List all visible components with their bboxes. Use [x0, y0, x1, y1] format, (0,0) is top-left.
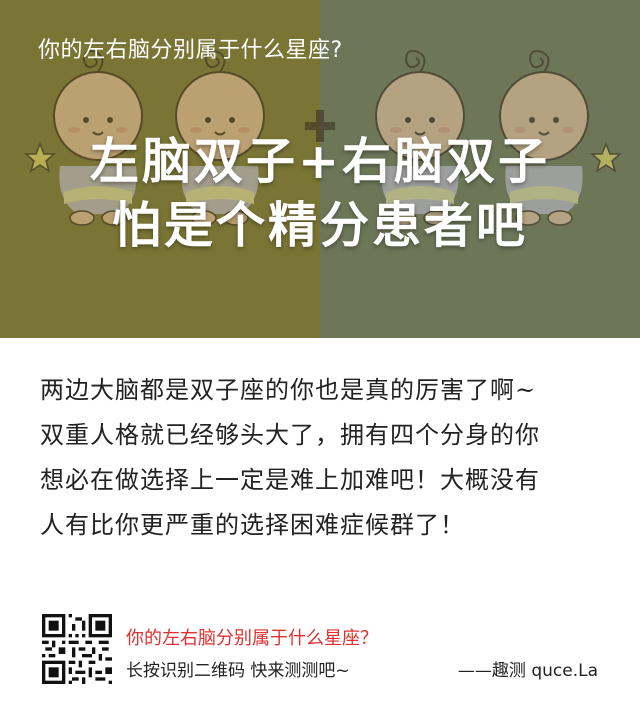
footer-question: 你的左右脑分别属于什么星座？ [126, 628, 378, 649]
brand-signature: ——趣测 quce.La [457, 661, 598, 681]
headline-line-1: 左脑双子+右脑双子 [89, 133, 551, 190]
description-line: 双重人格就已经够头大了，拥有四个分身的你 [40, 421, 540, 449]
hero-headline: 左脑双子+右脑双子 怕是个精分患者吧 [0, 130, 640, 258]
footer: 你的左右脑分别属于什么星座？ 长按识别二维码 快来测测吧~ ——趣测 quce.… [0, 600, 640, 707]
headline-line-2: 怕是个精分患者吧 [111, 197, 528, 254]
description-line: 两边大脑都是双子座的你也是真的厉害了啊~ [40, 376, 537, 404]
description-line: 人有比你更严重的选择困难症候群了！ [40, 511, 465, 539]
hero-banner: 你的左右脑分别属于什么星座? 左脑双子+右脑双子 怕是个精分患者吧 [0, 0, 640, 338]
scan-qr-hint: 长按识别二维码 快来测测吧~ [126, 661, 350, 681]
hero-question: 你的左右脑分别属于什么星座? [38, 38, 343, 63]
qr-code-icon[interactable] [42, 614, 112, 684]
description-line: 想必在做选择上一定是难上加难吧！大概没有 [40, 466, 540, 494]
result-description: 两边大脑都是双子座的你也是真的厉害了啊~ 双重人格就已经够头大了，拥有四个分身的… [40, 368, 600, 548]
